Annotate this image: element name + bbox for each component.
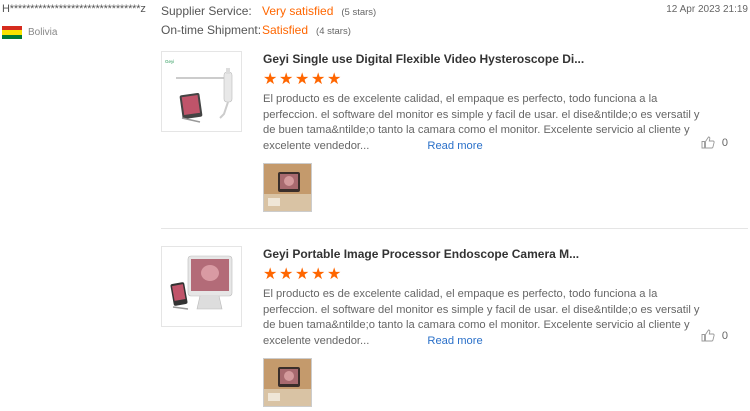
image-processor-product-image	[170, 255, 233, 310]
like-button[interactable]: 0	[701, 136, 728, 149]
review-date: 12 Apr 2023 21:19	[666, 4, 748, 15]
star-icon: ★	[327, 266, 342, 283]
star-icon: ★	[311, 266, 326, 283]
rating-stars: (4 stars)	[316, 26, 351, 37]
buyer-name: H********************************z	[2, 3, 146, 15]
like-count: 0	[721, 136, 728, 149]
bolivia-flag-icon	[2, 26, 22, 39]
star-icon: ★	[327, 71, 342, 88]
star-icon: ★	[295, 266, 310, 283]
like-count: 0	[721, 329, 728, 342]
review-text: El producto es de excelente calidad, el …	[263, 287, 708, 349]
read-more-link[interactable]: Read more	[427, 335, 482, 347]
review-photo[interactable]	[263, 163, 312, 213]
read-more-link[interactable]: Read more	[427, 140, 482, 152]
thumbs-up-icon	[701, 329, 715, 342]
thumb-brand: Geyi	[165, 59, 174, 64]
country-name: Bolivia	[28, 27, 58, 38]
star-icon: ★	[295, 71, 310, 88]
product-rating: ★ ★ ★ ★ ★	[263, 266, 708, 283]
review-content: Geyi Single use Digital Flexible Video H…	[263, 52, 708, 213]
star-icon: ★	[263, 266, 278, 283]
product-rating: ★ ★ ★ ★ ★	[263, 71, 708, 88]
review-photo-image	[264, 164, 311, 212]
rating-value: Satisfied	[262, 23, 309, 37]
like-button[interactable]: 0	[701, 329, 728, 342]
product-title[interactable]: Geyi Single use Digital Flexible Video H…	[263, 52, 708, 66]
review-text: El producto es de excelente calidad, el …	[263, 92, 708, 154]
hysteroscope-product-image: Geyi	[165, 59, 233, 123]
star-icon: ★	[311, 71, 326, 88]
buyer-country: Bolivia	[2, 26, 160, 39]
review-item: Geyi Portable Image Processor Endoscope …	[161, 228, 748, 408]
product-title[interactable]: Geyi Portable Image Processor Endoscope …	[263, 247, 708, 261]
rating-label: Supplier Service:	[161, 4, 252, 18]
supplier-service-rating: Supplier Service: Very satisfied (5 star…	[161, 4, 376, 18]
review-photo-image	[264, 359, 311, 407]
star-icon: ★	[279, 71, 294, 88]
product-thumbnail[interactable]: Geyi	[161, 51, 242, 132]
shipment-rating: On-time Shipment: Satisfied (4 stars)	[161, 23, 351, 37]
review-content: Geyi Portable Image Processor Endoscope …	[263, 247, 708, 408]
rating-stars: (5 stars)	[341, 7, 377, 18]
star-icon: ★	[263, 71, 278, 88]
review-photo[interactable]	[263, 358, 312, 408]
star-icon: ★	[279, 266, 294, 283]
product-thumbnail[interactable]	[161, 246, 242, 327]
thumbs-up-icon	[701, 136, 715, 149]
buyer-info: H********************************z Boliv…	[2, 3, 160, 39]
rating-value: Very satisfied	[262, 4, 334, 18]
rating-label: On-time Shipment:	[161, 23, 262, 37]
